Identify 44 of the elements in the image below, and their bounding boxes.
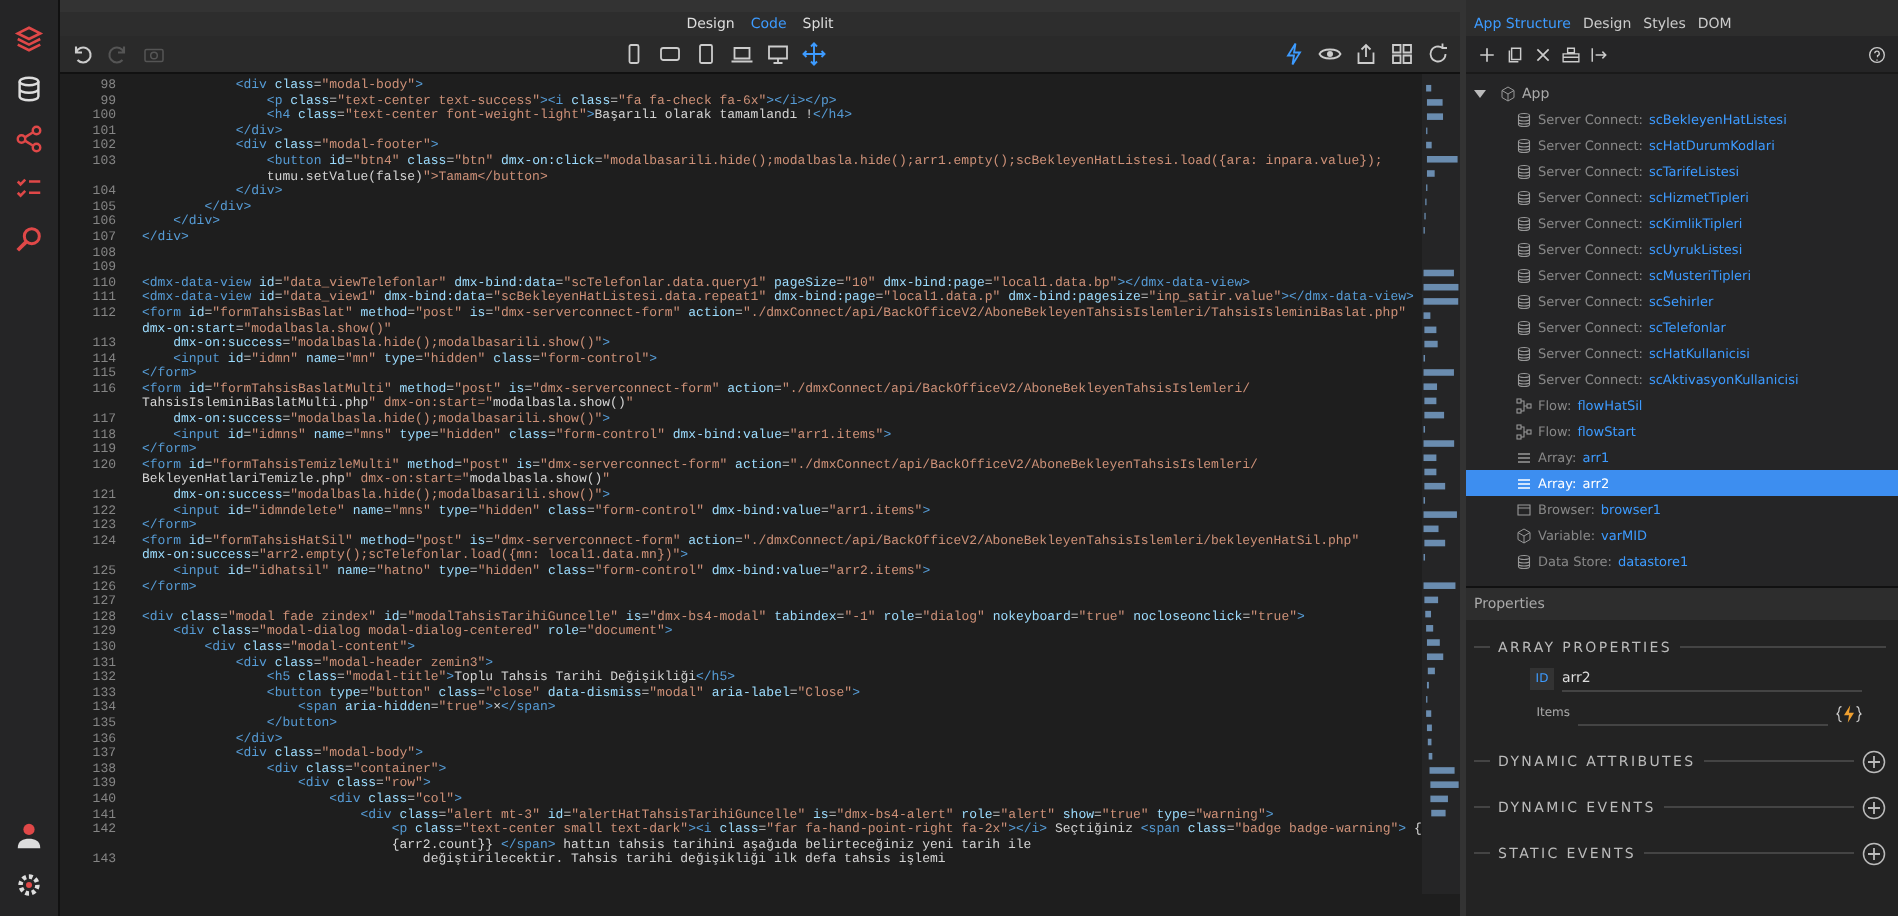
search-icon[interactable] [14,224,44,254]
database-icon[interactable] [14,74,44,104]
database-icon [1516,267,1532,283]
tablet-wide-icon[interactable] [658,42,682,66]
add-icon[interactable] [1862,749,1886,773]
database-icon [1516,111,1532,127]
database-icon [1516,241,1532,257]
database-icon [1516,189,1532,205]
tablet-icon[interactable] [694,42,718,66]
database-icon [1516,553,1532,569]
add-icon[interactable] [1862,841,1886,865]
copy-icon[interactable] [1506,45,1524,63]
database-icon [1516,163,1532,179]
cube-icon [1516,527,1532,543]
refresh-button[interactable] [1424,40,1452,68]
window-icon [1516,501,1532,517]
grid-button[interactable] [1388,40,1416,68]
move-icon[interactable] [802,42,826,66]
layers-icon[interactable] [14,24,44,54]
database-icon [1516,215,1532,231]
lightning-icon[interactable] [1836,703,1862,723]
move-out-icon[interactable] [1590,45,1608,63]
person-icon[interactable] [14,820,44,850]
flow-icon [1516,397,1532,413]
database-icon [1516,319,1532,335]
list-icon [1516,449,1532,465]
flow-icon [1516,423,1532,439]
expand-icon[interactable] [1474,89,1486,97]
cube-icon [1500,85,1516,101]
database-icon [1516,137,1532,153]
database-icon [1516,293,1532,309]
add-icon[interactable] [1478,45,1496,63]
help-icon[interactable] [1868,45,1886,63]
list-icon [1516,475,1532,491]
database-icon [1516,345,1532,361]
database-icon [1516,371,1532,387]
delete-icon[interactable] [1534,45,1552,63]
share-button[interactable] [1352,40,1380,68]
code-minimap[interactable] [1421,74,1460,894]
desktop-icon[interactable] [766,42,790,66]
add-icon[interactable] [1862,795,1886,819]
nodes-icon[interactable] [14,124,44,154]
laptop-icon[interactable] [730,42,754,66]
gear-icon[interactable] [14,870,44,900]
